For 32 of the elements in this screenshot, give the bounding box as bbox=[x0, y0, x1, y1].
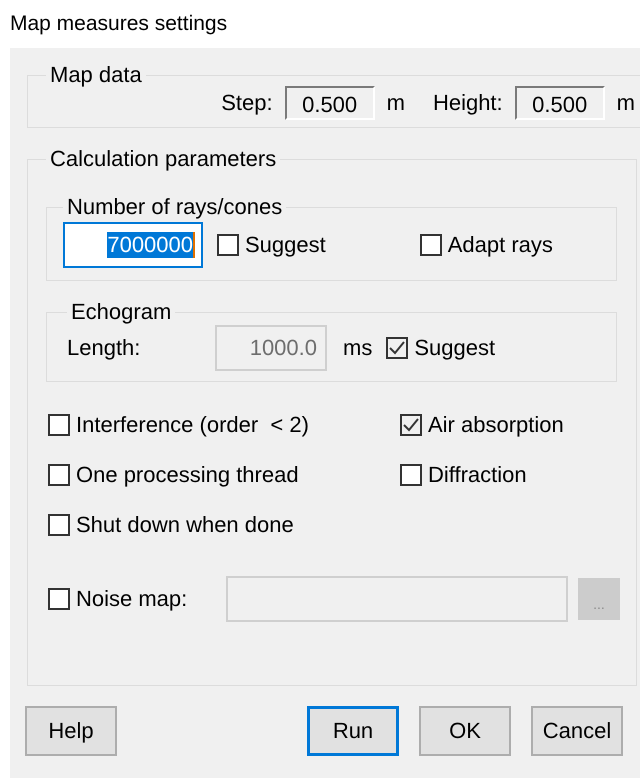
checkbox[interactable] bbox=[400, 414, 422, 436]
checkbox-label[interactable]: One processing thread bbox=[76, 462, 299, 488]
checkbox-label[interactable]: Suggest bbox=[245, 232, 326, 258]
dialog-button[interactable]: Cancel bbox=[531, 706, 623, 756]
unit-label: m bbox=[386, 90, 405, 116]
field-label: Length: bbox=[67, 335, 142, 361]
unit-label: ms bbox=[343, 335, 372, 361]
checkbox-label[interactable]: Diffraction bbox=[428, 462, 527, 488]
dialog-button[interactable]: Run bbox=[307, 706, 399, 756]
checkbox[interactable] bbox=[48, 464, 70, 486]
field-label: Height: bbox=[432, 90, 503, 116]
checkbox[interactable] bbox=[48, 414, 70, 436]
unit-label: m bbox=[616, 90, 635, 116]
checkbox-label[interactable]: Interference (order < 2) bbox=[76, 412, 309, 438]
group-title: Calculation parameters bbox=[49, 146, 278, 172]
checkbox-label[interactable]: Air absorption bbox=[428, 412, 564, 438]
checkbox[interactable] bbox=[217, 234, 239, 256]
group-title: Map data bbox=[49, 62, 143, 88]
value-field[interactable]: 0.500 bbox=[514, 86, 605, 120]
checkbox[interactable] bbox=[48, 514, 70, 536]
checkbox[interactable] bbox=[420, 234, 442, 256]
checkbox[interactable] bbox=[400, 464, 422, 486]
field-label: Step: bbox=[221, 90, 273, 116]
checkbox-label[interactable]: Shut down when done bbox=[76, 512, 294, 538]
dialog-button[interactable]: OK bbox=[419, 706, 511, 756]
rays-field[interactable]: 7000000 bbox=[63, 222, 203, 268]
dialog-button[interactable]: Help bbox=[25, 706, 117, 756]
value-field[interactable]: 0.500 bbox=[284, 86, 375, 120]
window-title: Map measures settings bbox=[9, 11, 228, 37]
checkbox-label[interactable]: Adapt rays bbox=[448, 232, 553, 258]
group-title: Number of rays/cones bbox=[66, 194, 284, 220]
group-title: Echogram bbox=[70, 299, 172, 325]
